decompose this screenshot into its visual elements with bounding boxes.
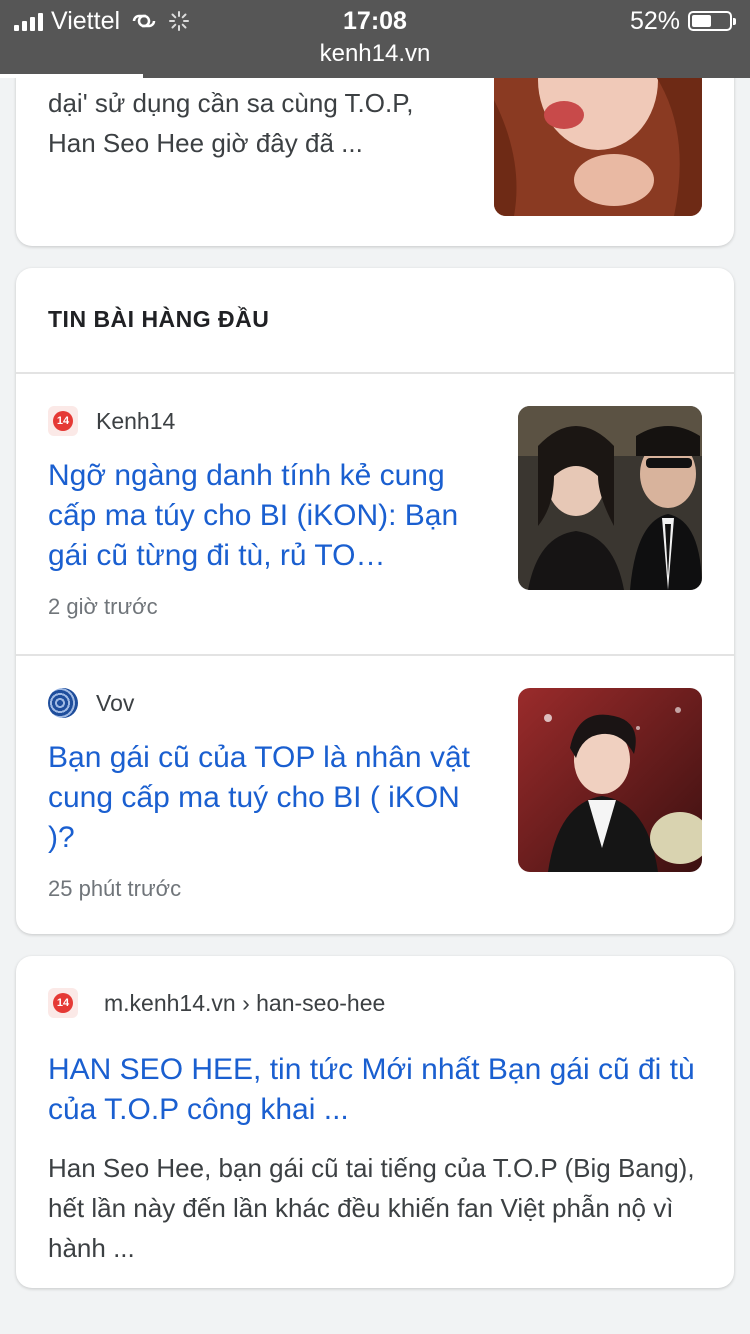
status-bar: Viettel 17:08 52% kenh14.vn bbox=[0, 0, 750, 78]
story-source-name: Vov bbox=[96, 689, 135, 716]
result-thumbnail[interactable] bbox=[494, 60, 702, 216]
result-title-link[interactable]: HAN SEO HEE, tin tức Mới nhất Bạn gái cũ… bbox=[48, 1050, 698, 1130]
story-source-name: Kenh14 bbox=[96, 407, 176, 434]
kenh14-favicon-icon: 14 bbox=[48, 406, 78, 436]
story-source: 14 Kenh14 bbox=[48, 406, 175, 436]
story-source: Vov bbox=[48, 688, 134, 718]
result-snippet: dại' sử dụng cần sa cùng T.O.P, Han Seo … bbox=[48, 88, 414, 158]
vov-favicon-icon bbox=[48, 688, 78, 718]
address-url[interactable]: kenh14.vn bbox=[0, 40, 750, 68]
result-url: m.kenh14.vn › han-seo-hee bbox=[104, 989, 386, 1016]
story-item[interactable]: Vov Bạn gái cũ của TOP là nhân vật cung … bbox=[16, 656, 734, 934]
story-time: 25 phút trước bbox=[48, 876, 182, 901]
story-time: 2 giờ trước bbox=[48, 594, 158, 619]
story-thumbnail[interactable] bbox=[518, 406, 702, 590]
page-load-progress bbox=[0, 74, 143, 78]
result-url-row[interactable]: 14 m.kenh14.vn › han-seo-hee bbox=[48, 988, 385, 1018]
story-thumbnail[interactable] bbox=[518, 688, 702, 872]
battery-icon bbox=[688, 11, 736, 31]
result-description: Han Seo Hee, bạn gái cũ tai tiếng của T.… bbox=[48, 1153, 695, 1263]
battery-percent: 52% bbox=[629, 6, 680, 35]
battery-fill bbox=[692, 15, 711, 27]
kenh14-favicon-icon: 14 bbox=[48, 988, 78, 1018]
top-stories-card: TIN BÀI HÀNG ĐẦU 14 Kenh14 Ngỡ ngàng dan… bbox=[16, 268, 734, 934]
story-headline[interactable]: Ngỡ ngàng danh tính kẻ cung cấp ma túy c… bbox=[48, 456, 488, 576]
search-result-card[interactable]: 14 m.kenh14.vn › han-seo-hee HAN SEO HEE… bbox=[16, 956, 734, 1288]
story-item[interactable]: 14 Kenh14 Ngỡ ngàng danh tính kẻ cung cấ… bbox=[16, 374, 734, 654]
story-headline[interactable]: Bạn gái cũ của TOP là nhân vật cung cấp … bbox=[48, 738, 478, 858]
section-title: TIN BÀI HÀNG ĐẦU bbox=[48, 306, 270, 332]
battery-group: 52% bbox=[629, 6, 736, 36]
